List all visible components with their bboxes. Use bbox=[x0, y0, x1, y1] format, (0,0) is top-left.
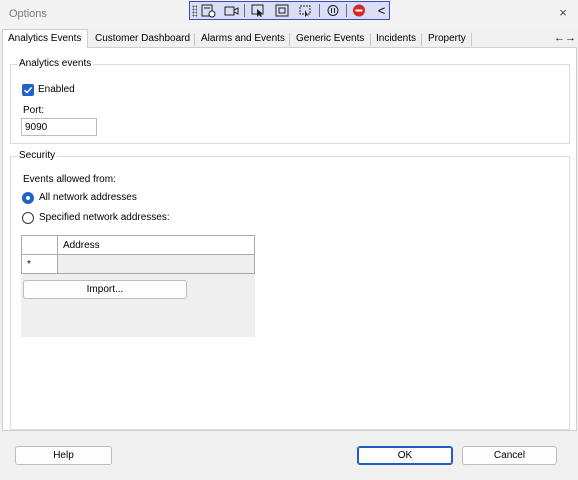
camera-icon[interactable] bbox=[223, 3, 240, 18]
security-group: Security Events allowed from: All networ… bbox=[10, 150, 570, 430]
select-pointer-icon[interactable] bbox=[250, 3, 267, 18]
row-header-corner bbox=[21, 235, 58, 255]
stop-record-icon[interactable] bbox=[351, 3, 368, 18]
specified-network-addresses-label: Specified network addresses: bbox=[39, 212, 170, 223]
address-new-cell[interactable] bbox=[57, 254, 255, 274]
toolbar-grip-handle[interactable] bbox=[192, 5, 197, 17]
tab-property[interactable]: Property bbox=[423, 30, 471, 48]
tab-separator bbox=[289, 33, 290, 46]
all-network-addresses-label: All network addresses bbox=[39, 192, 137, 203]
stop-square-icon[interactable] bbox=[274, 3, 291, 18]
tab-separator bbox=[471, 33, 472, 46]
analytics-events-legend: Analytics events bbox=[17, 58, 94, 69]
address-table: Address * bbox=[21, 235, 255, 274]
all-network-addresses-radio[interactable] bbox=[22, 192, 34, 204]
events-allowed-label: Events allowed from: bbox=[23, 174, 116, 185]
toolbar-separator bbox=[346, 4, 347, 17]
port-input[interactable]: 9090 bbox=[21, 118, 97, 136]
toolbar-separator bbox=[244, 4, 245, 17]
port-label: Port: bbox=[23, 105, 45, 116]
table-header-row: Address bbox=[21, 235, 255, 255]
recording-toolbar: < bbox=[189, 1, 390, 20]
specified-network-addresses-radio[interactable] bbox=[22, 212, 34, 224]
enabled-checkbox[interactable] bbox=[22, 84, 34, 96]
tab-content-panel: Analytics events Enabled Port: 9090 Secu… bbox=[2, 47, 577, 431]
address-column-header: Address bbox=[57, 235, 255, 255]
pause-icon[interactable] bbox=[325, 3, 342, 18]
import-button[interactable]: Import... bbox=[23, 280, 187, 299]
tab-separator bbox=[421, 33, 422, 46]
enabled-label: Enabled bbox=[38, 84, 75, 95]
security-legend: Security bbox=[17, 150, 58, 161]
window-title: Options bbox=[9, 8, 47, 20]
analytics-events-group: Analytics events Enabled Port: 9090 bbox=[10, 58, 570, 144]
region-capture-icon[interactable] bbox=[297, 3, 314, 18]
ok-button[interactable]: OK bbox=[357, 446, 453, 465]
toolbar-separator bbox=[319, 4, 320, 17]
table-row[interactable]: * bbox=[21, 254, 255, 274]
tab-scroll-arrows-icon[interactable]: ←→ bbox=[546, 31, 576, 46]
address-grid: Address * Import... bbox=[21, 235, 255, 337]
tab-strip: Analytics Events Customer Dashboard Alar… bbox=[0, 29, 578, 48]
new-row-marker: * bbox=[21, 254, 58, 274]
tab-generic-events[interactable]: Generic Events bbox=[291, 30, 369, 48]
tab-incidents[interactable]: Incidents bbox=[371, 30, 421, 48]
tab-analytics-events[interactable]: Analytics Events bbox=[2, 29, 88, 48]
cancel-button[interactable]: Cancel bbox=[462, 446, 557, 465]
help-button[interactable]: Help bbox=[15, 446, 112, 465]
tab-separator bbox=[194, 33, 195, 46]
close-icon[interactable]: × bbox=[556, 5, 570, 21]
settings-window-icon[interactable] bbox=[200, 3, 217, 18]
collapse-chevron-icon[interactable]: < bbox=[373, 3, 390, 18]
tab-alarms-and-events[interactable]: Alarms and Events bbox=[196, 30, 290, 48]
tab-customer-dashboard[interactable]: Customer Dashboard bbox=[90, 30, 195, 48]
